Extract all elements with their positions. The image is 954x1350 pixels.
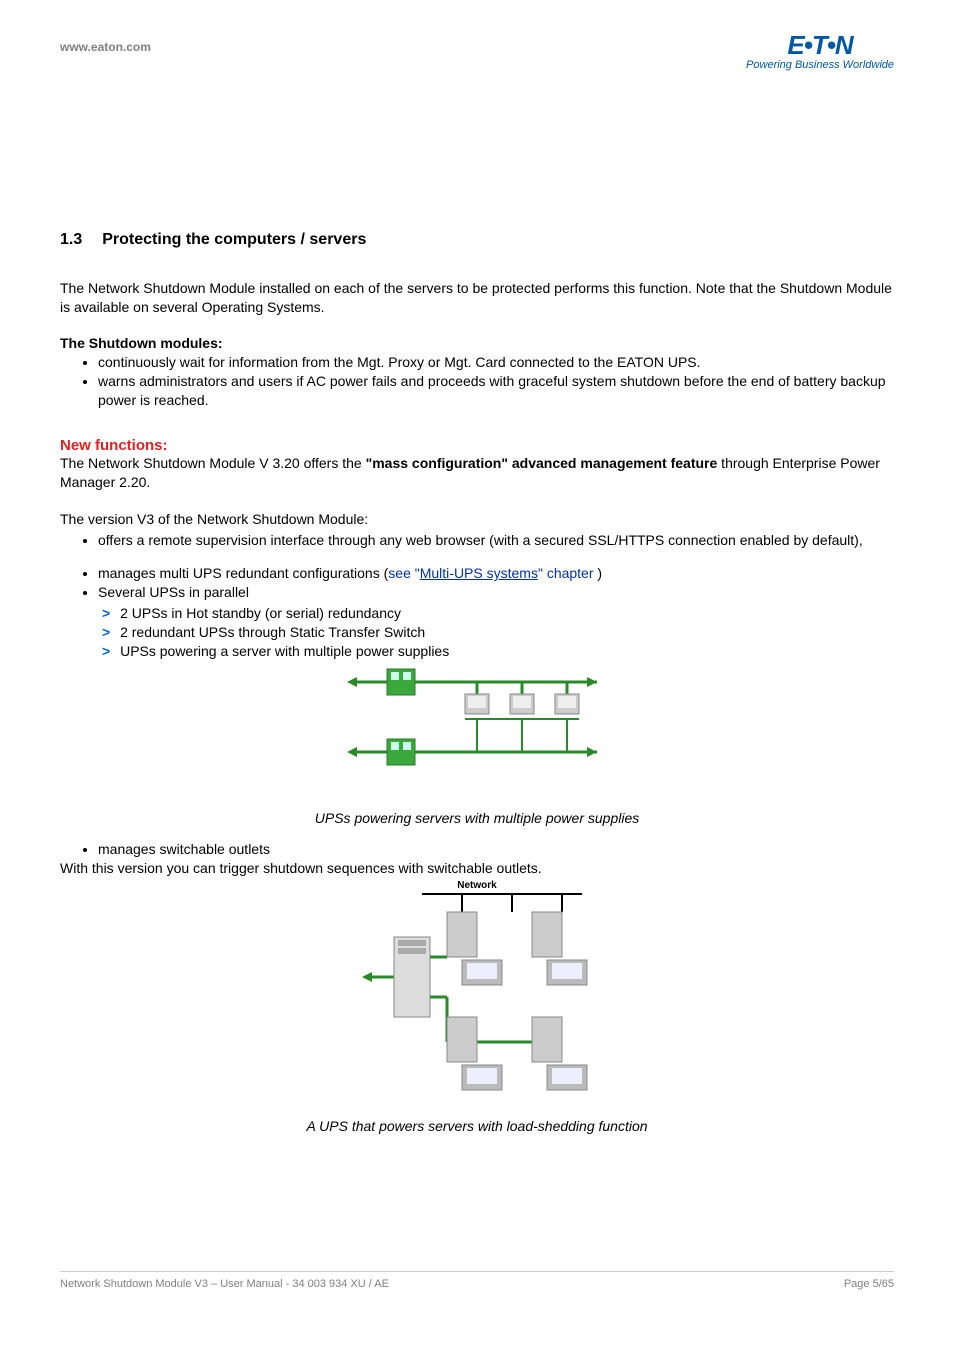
header-url[interactable]: www.eaton.com bbox=[60, 30, 151, 54]
figure-2-caption: A UPS that powers servers with load-shed… bbox=[60, 1118, 894, 1134]
link-text: Multi-UPS systems bbox=[420, 565, 538, 581]
v3-list-2: manages multi UPS redundant configuratio… bbox=[60, 564, 894, 602]
list-item: 2 redundant UPSs through Static Transfer… bbox=[120, 623, 894, 642]
text-bold: "mass configuration" advanced management… bbox=[366, 455, 718, 471]
load-shedding-diagram: Network bbox=[362, 882, 592, 1102]
document-page: www.eaton.com E•T•N Powering Business Wo… bbox=[0, 0, 954, 1350]
eaton-logo: E•T•N Powering Business Worldwide bbox=[746, 30, 894, 71]
list-item: manages multi UPS redundant configuratio… bbox=[98, 564, 894, 583]
list-item: offers a remote supervision interface th… bbox=[98, 531, 894, 550]
footer-left: Network Shutdown Module V3 – User Manual… bbox=[60, 1278, 389, 1290]
section-number: 1.3 bbox=[60, 231, 82, 249]
list-item: Several UPSs in parallel bbox=[98, 583, 894, 602]
figure-1 bbox=[60, 664, 894, 794]
figure-2: Network bbox=[60, 882, 894, 1102]
section-heading: 1.3 Protecting the computers / servers bbox=[60, 231, 894, 249]
logo-wordmark: E•T•N bbox=[746, 30, 894, 61]
link-suffix: " chapter bbox=[538, 565, 597, 581]
text-run: ) bbox=[597, 565, 602, 581]
list-item: warns administrators and users if AC pow… bbox=[98, 372, 894, 410]
shutdown-modules-list: continuously wait for information from t… bbox=[60, 353, 894, 410]
text-run: The Network Shutdown Module V 3.20 offer… bbox=[60, 455, 366, 471]
multi-ups-link[interactable]: see "Multi-UPS systems" chapter bbox=[388, 565, 597, 581]
ups-parallel-diagram bbox=[347, 664, 607, 794]
new-functions-heading: New functions: bbox=[60, 437, 894, 454]
page-header: www.eaton.com E•T•N Powering Business Wo… bbox=[60, 30, 894, 71]
list-item: manages switchable outlets bbox=[98, 840, 894, 859]
logo-tagline: Powering Business Worldwide bbox=[746, 59, 894, 71]
v3-intro: The version V3 of the Network Shutdown M… bbox=[60, 510, 894, 529]
v3-list: offers a remote supervision interface th… bbox=[60, 531, 894, 550]
network-label: Network bbox=[457, 880, 496, 891]
list-item: continuously wait for information from t… bbox=[98, 353, 894, 372]
switchable-paragraph: With this version you can trigger shutdo… bbox=[60, 859, 894, 878]
list-item: 2 UPSs in Hot standby (or serial) redund… bbox=[120, 604, 894, 623]
link-prefix: see " bbox=[388, 565, 419, 581]
footer-right: Page 5/65 bbox=[844, 1278, 894, 1290]
section-title-text: Protecting the computers / servers bbox=[102, 231, 366, 248]
page-footer: Network Shutdown Module V3 – User Manual… bbox=[60, 1271, 894, 1290]
figure-1-caption: UPSs powering servers with multiple powe… bbox=[60, 810, 894, 826]
shutdown-modules-heading: The Shutdown modules: bbox=[60, 335, 894, 351]
text-run: manages multi UPS redundant configuratio… bbox=[98, 565, 388, 581]
intro-paragraph: The Network Shutdown Module installed on… bbox=[60, 279, 894, 317]
sub-list: 2 UPSs in Hot standby (or serial) redund… bbox=[60, 604, 894, 661]
list-item: UPSs powering a server with multiple pow… bbox=[120, 642, 894, 661]
v3-list-3: manages switchable outlets bbox=[60, 840, 894, 859]
new-functions-paragraph: The Network Shutdown Module V 3.20 offer… bbox=[60, 454, 894, 492]
